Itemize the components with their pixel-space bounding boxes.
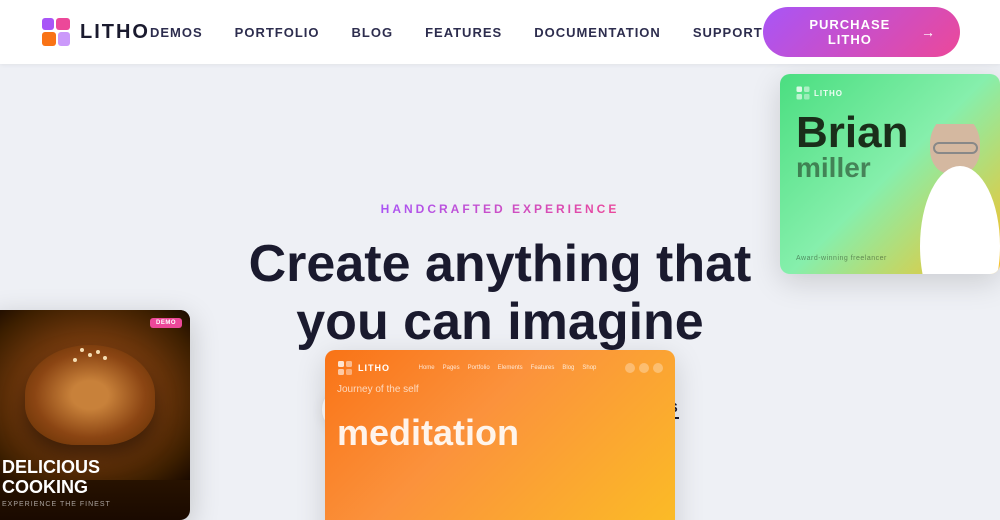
sesame-dots [88, 353, 92, 357]
navbar: LITHO DEMOS PORTFOLIO BLOG FEATURES DOCU… [0, 0, 1000, 64]
right-logo: LITHO [796, 86, 984, 100]
preview-card-brian: LITHO Brian miller Award-winning freelan… [780, 74, 1000, 274]
purchase-button[interactable]: PURCHASE LITHO → [763, 7, 960, 57]
cooking-card-title: DELICIOUS COOKING [2, 458, 178, 498]
burger-image [0, 310, 190, 480]
nav-links: DEMOS PORTFOLIO BLOG FEATURES DOCUMENTAT… [150, 25, 763, 40]
social-icon-2 [639, 363, 649, 373]
person-silhouette [910, 124, 1000, 274]
center-nav-blog: Blog [562, 365, 574, 371]
hero-section: HANDCRAFTED EXPERIENCE Create anything t… [0, 64, 1000, 520]
center-nav-home: Home [419, 365, 435, 371]
purchase-arrow-icon: → [921, 24, 936, 40]
meditation-text: meditation [337, 415, 663, 451]
card-badge: DEMO [150, 318, 182, 328]
center-nav-shop: Shop [582, 365, 596, 371]
nav-item-blog[interactable]: BLOG [352, 25, 394, 40]
person-glasses [933, 142, 978, 154]
center-nav-portfolio: Portfolio [468, 365, 490, 371]
center-logo: LITHO [337, 360, 390, 376]
hero-title-line2: you can imagine [296, 293, 703, 351]
center-nav-pages: Pages [443, 365, 460, 371]
logo[interactable]: LITHO [40, 16, 150, 48]
preview-card-meditation: LITHO Home Pages Portfolio Elements Feat… [325, 350, 675, 520]
nav-item-features[interactable]: FEATURES [425, 25, 502, 40]
center-logo-icon [337, 360, 353, 376]
center-logo-text: LITHO [358, 363, 390, 373]
nav-item-demos[interactable]: DEMOS [150, 25, 203, 40]
center-nav-features: Features [531, 365, 555, 371]
cooking-line2: COOKING [2, 477, 88, 497]
cooking-card-sub: EXPERIENCE THE FINEST [2, 501, 178, 508]
nav-item-portfolio[interactable]: PORTFOLIO [235, 25, 320, 40]
burger-shape [25, 345, 155, 445]
preview-card-cooking: DEMO DELICIOUS COOKING EXPERIENCE THE FI… [0, 310, 190, 520]
logo-text: LITHO [80, 21, 150, 44]
social-icon-1 [625, 363, 635, 373]
hero-subtitle: HANDCRAFTED EXPERIENCE [381, 202, 620, 216]
right-tagline: Award-winning freelancer [796, 255, 887, 262]
journey-text: Journey of the self [337, 384, 663, 395]
center-social [625, 363, 663, 373]
hero-title: Create anything that you can imagine [249, 236, 752, 350]
social-icon-3 [653, 363, 663, 373]
purchase-btn-label: PURCHASE LITHO [787, 17, 913, 47]
right-logo-text: LITHO [814, 89, 843, 98]
center-nav: Home Pages Portfolio Elements Features B… [419, 365, 597, 371]
right-logo-icon [796, 86, 810, 100]
center-nav-elements: Elements [498, 365, 523, 371]
hero-title-line1: Create anything that [249, 235, 752, 293]
logo-icon [40, 16, 72, 48]
nav-item-documentation[interactable]: DOCUMENTATION [534, 25, 661, 40]
cooking-line1: DELICIOUS [2, 457, 100, 477]
center-header: LITHO Home Pages Portfolio Elements Feat… [337, 360, 663, 376]
nav-item-support[interactable]: SUPPORT [693, 25, 763, 40]
